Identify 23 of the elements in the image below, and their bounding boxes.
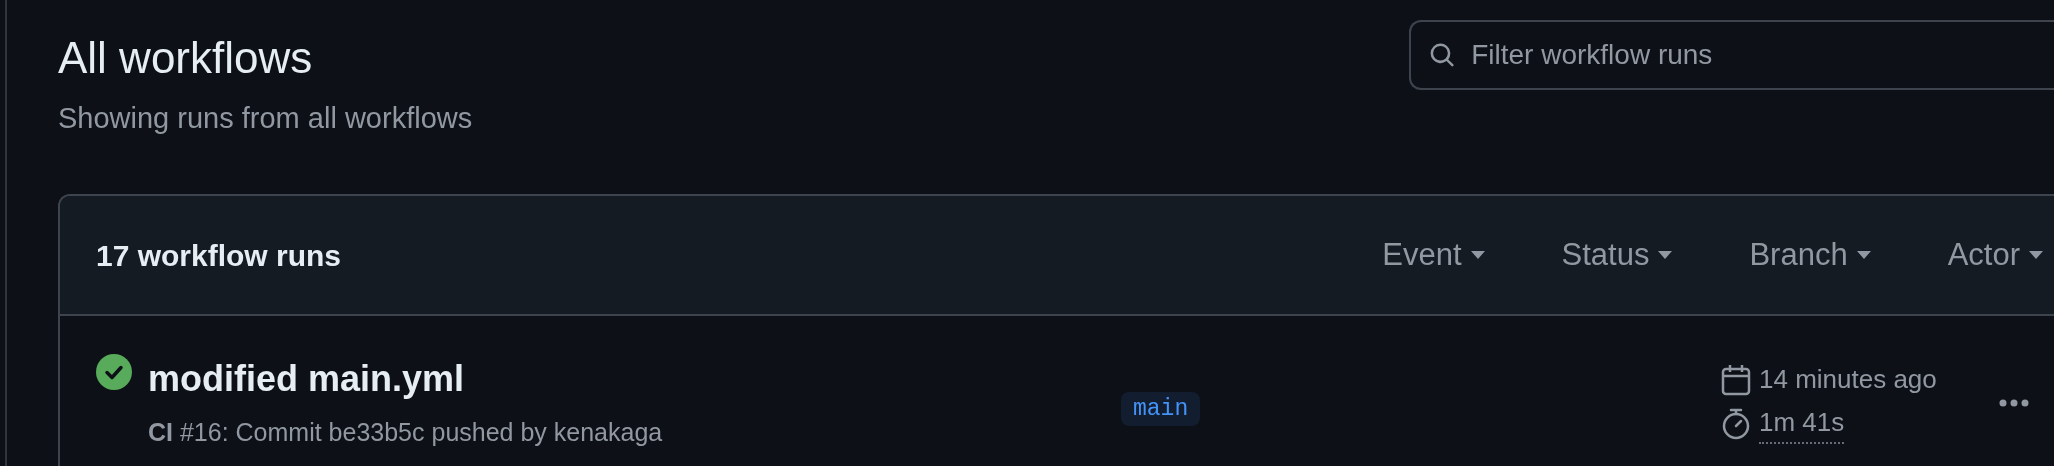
branch-label[interactable]: main bbox=[1121, 391, 1201, 426]
kebab-icon bbox=[1999, 398, 2029, 407]
page-subtitle: Showing runs from all workflows bbox=[58, 100, 473, 136]
run-count: 17 workflow runs bbox=[96, 237, 342, 274]
filter-dropdown[interactable]: Actor bbox=[1947, 232, 2044, 279]
filter-dropdown[interactable]: Status bbox=[1561, 232, 1674, 279]
search-icon bbox=[1429, 41, 1456, 69]
run-start-time: 14 minutes ago bbox=[1759, 363, 1937, 397]
run-title-link[interactable]: modified main.yml bbox=[148, 352, 663, 407]
success-check-icon bbox=[96, 354, 132, 391]
filter-dropdown[interactable]: Branch bbox=[1749, 232, 1872, 279]
run-detail: CI #16: Commit be33b5c pushed by kenakaga bbox=[148, 417, 663, 449]
caret-icon bbox=[1855, 250, 1872, 261]
run-duration: 1m 41s bbox=[1759, 403, 1845, 445]
page-title: All workflows bbox=[58, 32, 314, 84]
caret-icon bbox=[1657, 250, 1674, 261]
search-field[interactable]: Filter workflow runs bbox=[1409, 20, 2054, 90]
caret-icon bbox=[2028, 250, 2044, 261]
caret-icon bbox=[1469, 250, 1486, 261]
search-input[interactable]: Filter workflow runs bbox=[1469, 33, 2054, 77]
stopwatch-icon bbox=[1721, 407, 1751, 440]
filter-dropdown[interactable]: Event bbox=[1382, 232, 1486, 279]
calendar-icon bbox=[1721, 363, 1751, 396]
